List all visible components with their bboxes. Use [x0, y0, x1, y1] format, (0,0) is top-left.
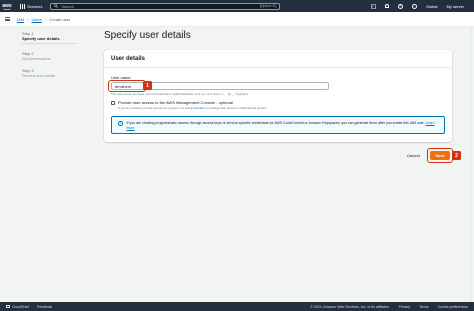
copyright-text: © 2024, Amazon Web Services, Inc. or its… — [310, 304, 390, 309]
cancel-button[interactable]: Cancel — [407, 153, 420, 158]
console-access-option: Provide user access to the AWS Managemen… — [111, 100, 445, 110]
best-practice-link[interactable]: best practice — [187, 106, 204, 110]
feedback-link[interactable]: Feedback — [37, 305, 52, 309]
search-input[interactable]: Search [Option+S] — [50, 2, 281, 10]
step-2: Step 2 Set permissions — [22, 51, 77, 61]
nav-right-group: ? Global My server — [370, 3, 474, 9]
cloudshell-icon — [6, 305, 10, 309]
user-name-label: User name — [111, 75, 131, 80]
search-placeholder: Search — [61, 3, 75, 9]
region-selector[interactable]: Global — [426, 4, 438, 9]
info-alert: i If you are creating programmatic acces… — [111, 116, 445, 134]
privacy-link[interactable]: Privacy — [399, 305, 410, 309]
step-title: Set permissions — [22, 56, 51, 61]
wizard-steps: Step 1 Specify user details Step 2 Set p… — [22, 31, 77, 85]
footer-left: CloudShell Feedback — [6, 305, 52, 309]
console-access-desc-prefix: If you're providing console access to a … — [118, 106, 188, 110]
annotation-badge-2: 2 — [452, 151, 461, 160]
grid-icon — [20, 3, 25, 9]
info-icon: i — [118, 121, 123, 126]
footer: CloudShell Feedback © 2024, Amazon Web S… — [0, 302, 474, 311]
chevron-right-icon: › — [44, 16, 47, 22]
search-shortcut-hint: [Option+S] — [259, 4, 277, 8]
breadcrumb-users[interactable]: Users — [31, 17, 41, 22]
cookie-preferences-link[interactable]: Cookie preferences — [438, 305, 468, 309]
annotation-highlight-input — [108, 80, 146, 92]
card-body: User name terraform 1 The user name can … — [104, 68, 452, 139]
next-button[interactable]: Next — [430, 151, 450, 160]
menu-icon[interactable] — [5, 16, 10, 22]
top-navigation: aws Services Search [Option+S] ? Global … — [0, 0, 474, 12]
console-access-desc-suffix: to manage their access in IAM Identity C… — [204, 106, 267, 110]
gear-icon[interactable] — [411, 3, 417, 9]
chevron-right-icon: › — [27, 16, 29, 22]
card-header: User details — [104, 50, 452, 68]
info-text: If you are creating programmatic access … — [127, 121, 439, 131]
help-icon[interactable]: ? — [397, 3, 403, 9]
account-menu[interactable]: My server — [446, 4, 464, 9]
breadcrumb-create-user: Create user — [49, 16, 71, 22]
terms-link[interactable]: Terms — [419, 305, 429, 309]
user-name-row: terraform 1 — [108, 80, 445, 92]
cloudshell-button[interactable]: CloudShell — [6, 305, 29, 309]
services-label: Services — [27, 3, 43, 9]
breadcrumb-iam[interactable]: IAM — [17, 17, 24, 22]
search-icon — [54, 4, 59, 8]
breadcrumb-bar: IAM › Users › Create user — [0, 12, 474, 27]
cloudshell-label: CloudShell — [12, 304, 29, 309]
user-details-card: User details User name terraform 1 The u… — [104, 50, 452, 142]
bell-icon[interactable] — [384, 4, 389, 8]
services-menu[interactable]: Services — [20, 3, 43, 9]
annotation-badge-1: 1 — [143, 81, 152, 90]
step-1: Step 1 Specify user details — [22, 31, 77, 44]
vertical-scrollbar[interactable] — [470, 28, 472, 302]
console-access-checkbox[interactable] — [111, 100, 115, 105]
page-title: Specify user details — [104, 30, 191, 41]
step-divider — [22, 43, 77, 44]
step-title: Specify user details — [22, 36, 60, 41]
footer-right: © 2024, Amazon Web Services, Inc. or its… — [310, 305, 468, 309]
info-message: If you are creating programmatic access … — [126, 121, 425, 125]
console-access-description: If you're providing console access to a … — [118, 106, 267, 110]
console-access-label: Provide user access to the AWS Managemen… — [118, 100, 233, 105]
logo-smile-icon — [3, 8, 11, 10]
aws-logo[interactable]: aws — [0, 0, 14, 12]
breadcrumb: IAM › Users › Create user — [17, 17, 70, 22]
cloudshell-nav-icon[interactable] — [370, 4, 376, 9]
user-name-constraint: The user name can have up to 64 characte… — [111, 92, 248, 96]
step-title: Review and create — [22, 73, 56, 78]
step-3: Step 3 Review and create — [22, 68, 77, 78]
